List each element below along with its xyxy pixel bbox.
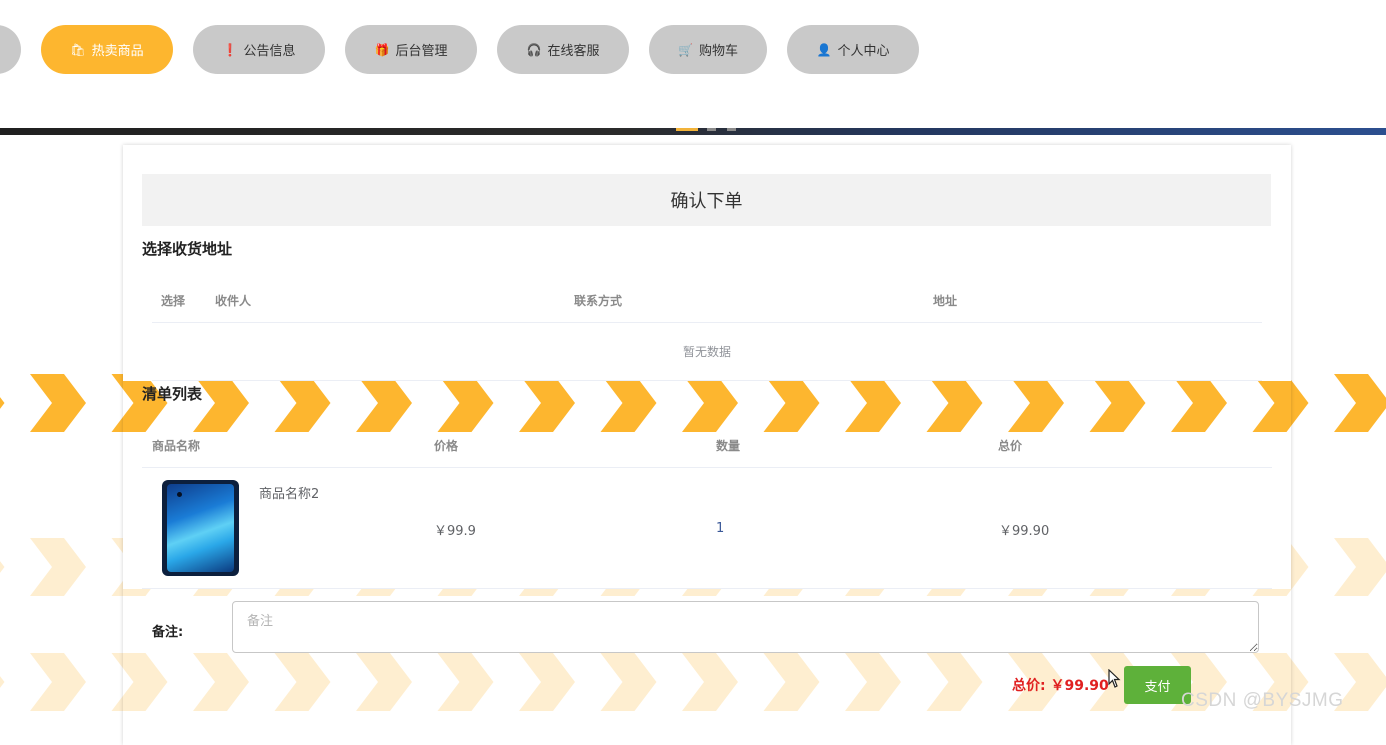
nav-item-cart[interactable]: 🛒 购物车 (649, 25, 767, 74)
page-title: 确认下单 (142, 174, 1271, 226)
nav-item-label: 后台管理 (395, 44, 448, 59)
gift-icon: 🎁 (374, 42, 390, 57)
column-price: 价格 (434, 439, 459, 453)
column-quantity: 数量 (716, 439, 741, 453)
nav-item-label: 购物车 (698, 44, 738, 59)
nav-item-hot-products[interactable]: 🛍 热卖商品 (41, 25, 173, 74)
product-name: 商品名称2 (259, 487, 320, 502)
nav-item-label: 个人中心 (837, 44, 890, 59)
chevron-shape (30, 374, 86, 432)
alert-icon: ❗ (222, 42, 238, 57)
column-address: 地址 (933, 294, 958, 308)
chevron-shape (1334, 374, 1386, 432)
chevron-shape (0, 397, 5, 409)
nav-item-admin[interactable]: 🎁 后台管理 (345, 25, 477, 74)
chevron-shape (1334, 538, 1386, 596)
total-price: 总价: ￥99.90 (1012, 678, 1109, 694)
divider (142, 467, 1272, 468)
address-section-title: 选择收货地址 (142, 240, 233, 258)
product-quantity: 1 (716, 521, 725, 536)
nav-item-label: 热卖商品 (91, 44, 144, 59)
column-receiver: 收件人 (215, 294, 252, 308)
order-card (123, 145, 1291, 745)
cart-icon: 🛒 (678, 42, 693, 57)
product-subtotal: ￥99.90 (999, 524, 1050, 539)
column-select: 选择 (161, 294, 186, 308)
chevron-shape (0, 676, 5, 688)
remark-field[interactable] (232, 601, 1259, 653)
nav-item-profile[interactable]: 👤 个人中心 (787, 25, 919, 74)
carousel-dot[interactable] (707, 128, 716, 131)
chevron-shape (0, 561, 5, 573)
nav-item-label: 公告信息 (243, 44, 296, 59)
nav-item-label: 在线客服 (547, 44, 600, 59)
mouse-cursor-icon (1108, 669, 1121, 688)
product-price: ￥99.9 (434, 524, 476, 539)
nav-item-partial[interactable] (0, 25, 21, 74)
chevron-shape (30, 538, 86, 596)
nav-item-announcements[interactable]: ❗ 公告信息 (193, 25, 325, 74)
empty-state-text: 暂无数据 (682, 345, 731, 359)
user-icon: 👤 (816, 42, 832, 57)
remark-label: 备注: (152, 625, 184, 640)
column-product-name: 商品名称 (152, 439, 201, 453)
chevron-shape (30, 653, 86, 711)
carousel-dot[interactable] (727, 128, 736, 131)
carousel-dot-active[interactable] (676, 128, 698, 131)
top-nav: 🛍 热卖商品 ❗ 公告信息 🎁 后台管理 🎧 在线客服 🛒 购物车 👤 个人中心 (0, 0, 1386, 128)
order-section-title: 清单列表 (142, 385, 203, 403)
divider (152, 322, 1262, 323)
divider (142, 588, 1272, 589)
product-image[interactable] (162, 480, 239, 576)
watermark: CSDN @BYSJMG (1181, 690, 1344, 711)
nav-item-support[interactable]: 🎧 在线客服 (497, 25, 629, 74)
divider (152, 380, 1262, 381)
column-contact: 联系方式 (574, 294, 623, 308)
bag-icon: 🛍 (70, 42, 86, 57)
column-total: 总价 (998, 439, 1023, 453)
headset-icon: 🎧 (526, 42, 542, 57)
